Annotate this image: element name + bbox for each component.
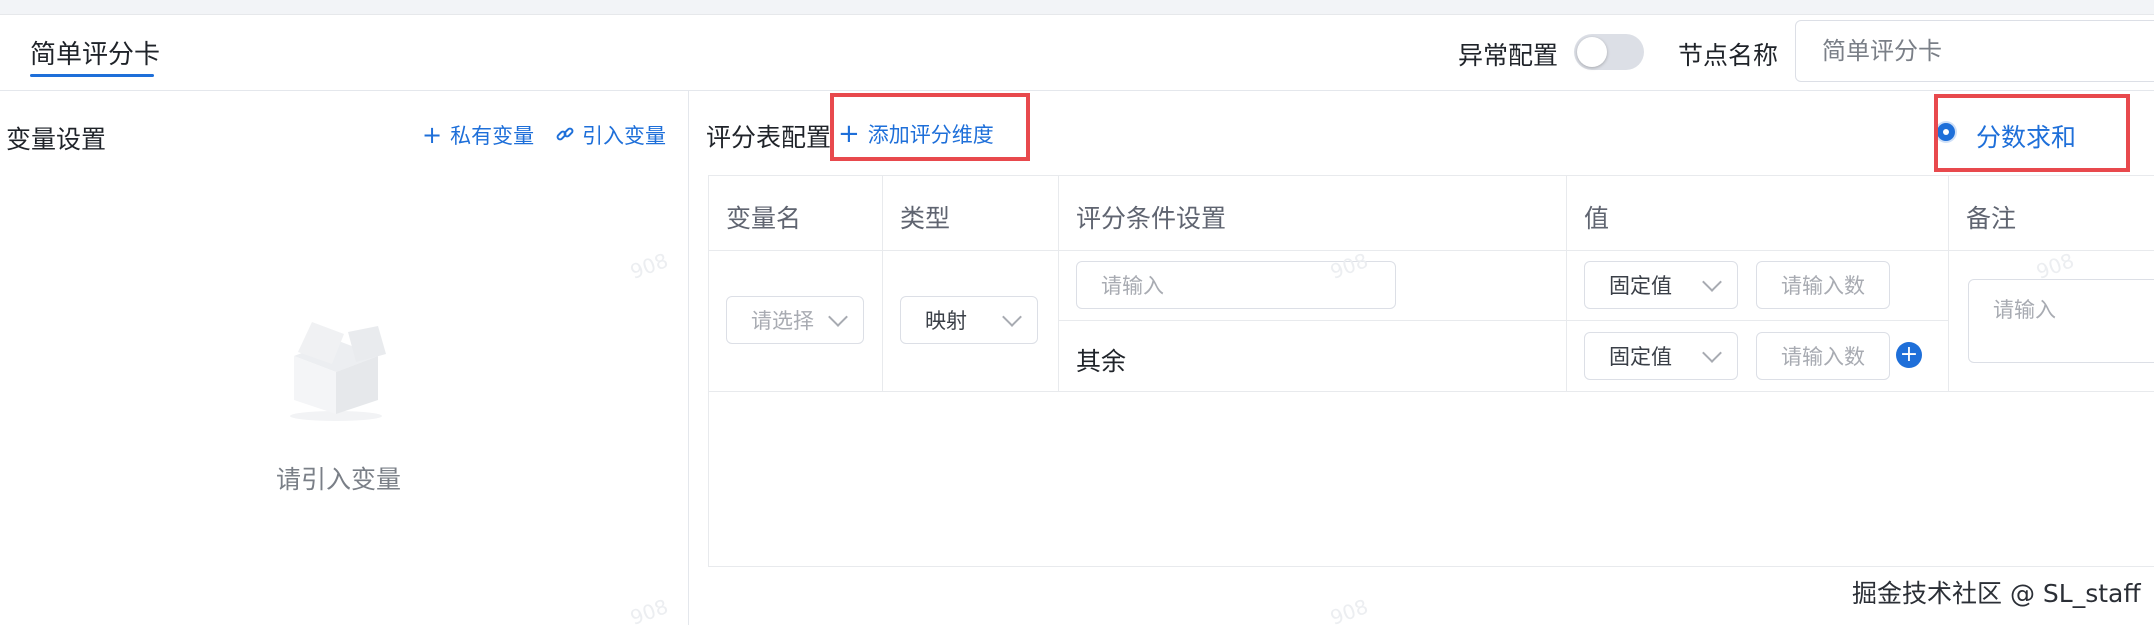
other-condition-label: 其余 bbox=[1076, 347, 1127, 376]
private-variable-label: 私有变量 bbox=[450, 124, 535, 148]
chevron-down-icon bbox=[1002, 307, 1022, 327]
variable-select-placeholder: 请选择 bbox=[751, 309, 814, 333]
empty-box-icon bbox=[282, 312, 390, 422]
column-header-variable-name: 变量名 bbox=[726, 204, 802, 233]
node-name-label: 节点名称 bbox=[1678, 41, 1779, 70]
tab-active-indicator bbox=[30, 74, 154, 77]
abnormal-config-label: 异常配置 bbox=[1458, 41, 1559, 70]
highlight-box-add-dimension bbox=[830, 93, 1030, 161]
value-number-input[interactable]: 请输入数 bbox=[1756, 261, 1890, 309]
table-row-divider bbox=[708, 391, 2154, 392]
add-private-variable-button[interactable]: + 私有变量 bbox=[422, 120, 534, 150]
plus-icon: + bbox=[422, 121, 443, 149]
remark-textarea[interactable]: 请输入 bbox=[1968, 279, 2154, 363]
tab-simple-scorecard[interactable]: 简单评分卡 bbox=[30, 34, 160, 71]
table-header-divider bbox=[708, 250, 2154, 251]
credit-watermark: 掘金技术社区 @ SL_staff bbox=[1852, 579, 2141, 608]
top-strip bbox=[0, 0, 2154, 15]
value-number-input[interactable]: 请输入数 bbox=[1756, 332, 1890, 380]
chevron-down-icon bbox=[828, 307, 848, 327]
value-mode-select[interactable]: 固定值 bbox=[1584, 332, 1738, 380]
value-mode-label: 固定值 bbox=[1609, 345, 1672, 369]
column-header-type: 类型 bbox=[900, 204, 951, 233]
remark-placeholder: 请输入 bbox=[1993, 298, 2056, 322]
column-header-value: 值 bbox=[1584, 204, 1610, 233]
watermark: 908 bbox=[1327, 594, 1372, 630]
table-column-divider bbox=[882, 175, 883, 391]
toggle-knob bbox=[1577, 37, 1607, 67]
score-table-title: 评分表配置 bbox=[706, 123, 832, 152]
import-variable-button[interactable]: 引入变量 bbox=[556, 120, 666, 150]
value-mode-select[interactable]: 固定值 bbox=[1584, 261, 1738, 309]
table-column-divider bbox=[1058, 175, 1059, 391]
highlight-box-score-sum bbox=[1934, 94, 2130, 172]
column-header-condition: 评分条件设置 bbox=[1076, 204, 1227, 233]
add-condition-icon[interactable]: + bbox=[1896, 342, 1922, 368]
header-divider bbox=[0, 90, 2154, 91]
table-column-divider bbox=[1566, 175, 1567, 391]
chevron-down-icon bbox=[1702, 272, 1722, 292]
watermark: 908 bbox=[627, 594, 672, 630]
value-number-placeholder: 请输入数 bbox=[1781, 345, 1865, 369]
chevron-down-icon bbox=[1702, 343, 1722, 363]
condition-input-placeholder: 请输入 bbox=[1101, 274, 1164, 298]
variables-title: 变量设置 bbox=[6, 125, 107, 154]
variable-select[interactable]: 请选择 bbox=[726, 296, 864, 344]
node-name-input[interactable]: 简单评分卡 bbox=[1795, 20, 2154, 82]
panel-divider bbox=[688, 91, 689, 625]
table-subrow-divider bbox=[1058, 320, 1948, 321]
value-mode-label: 固定值 bbox=[1609, 274, 1672, 298]
empty-state-text: 请引入变量 bbox=[276, 465, 402, 494]
value-number-placeholder: 请输入数 bbox=[1781, 274, 1865, 298]
table-column-divider bbox=[1948, 175, 1949, 391]
column-header-remark: 备注 bbox=[1966, 204, 2017, 233]
watermark: 908 bbox=[627, 248, 672, 284]
import-variable-label: 引入变量 bbox=[582, 124, 666, 148]
type-select[interactable]: 映射 bbox=[900, 296, 1038, 344]
abnormal-config-toggle[interactable] bbox=[1574, 34, 1644, 70]
link-icon bbox=[556, 121, 574, 149]
type-select-value: 映射 bbox=[925, 309, 967, 333]
